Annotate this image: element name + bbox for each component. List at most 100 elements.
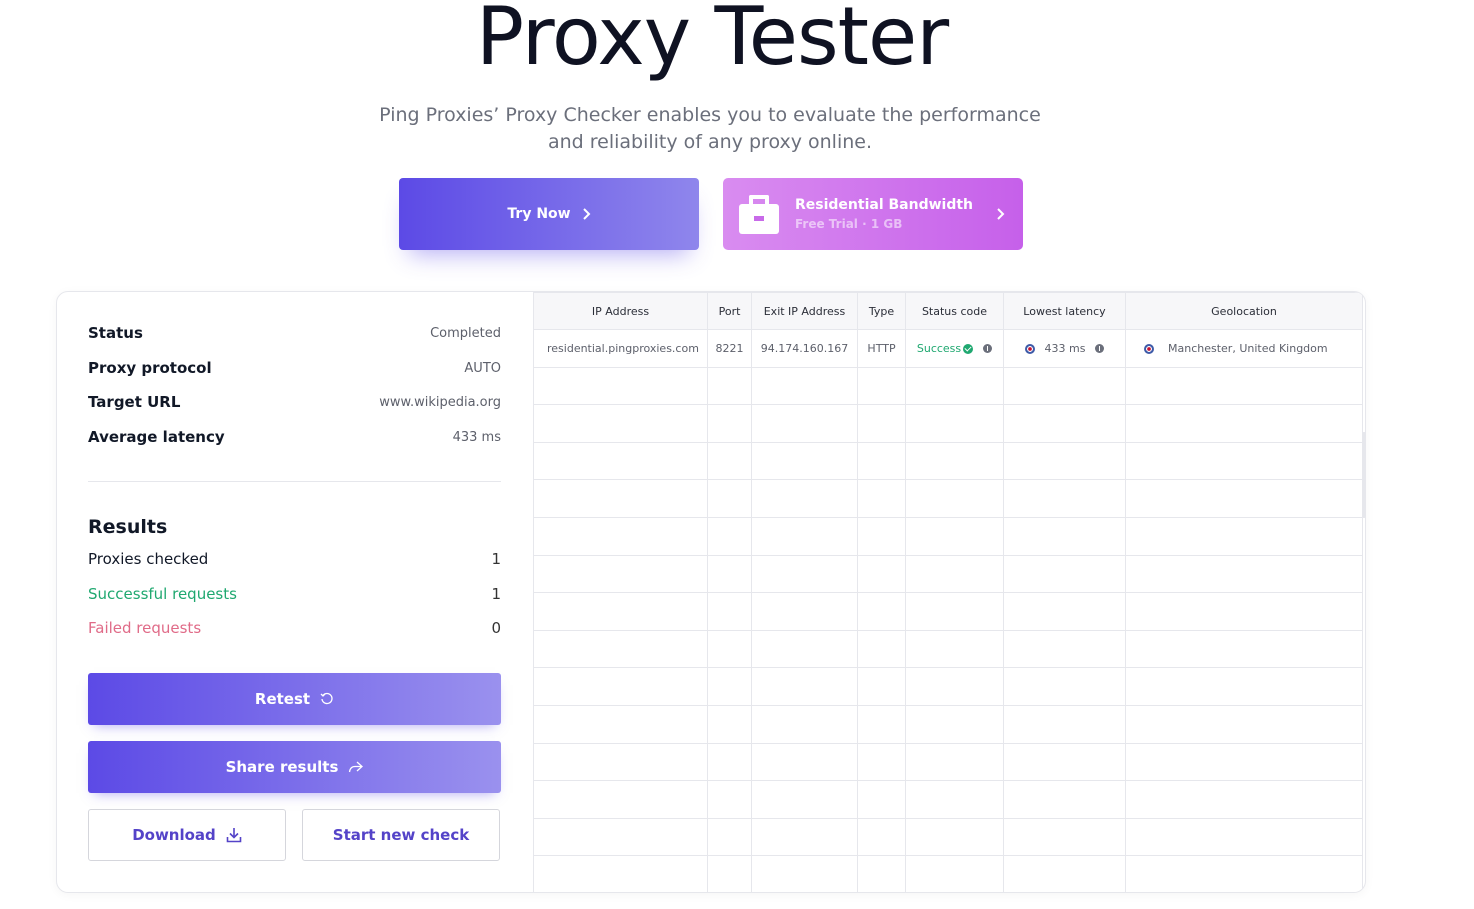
residential-bandwidth-button[interactable]: Residential Bandwidth Free Trial · 1 GB	[723, 178, 1023, 250]
table-row[interactable]: residential.pingproxies.com 8221 94.174.…	[533, 329, 1363, 368]
empty-cell	[751, 554, 858, 594]
empty-cell	[533, 704, 708, 744]
cell-exit-ip: 94.174.160.167	[751, 329, 858, 368]
empty-table-row	[533, 742, 1363, 782]
empty-table-row	[533, 592, 1363, 631]
empty-cell	[751, 479, 858, 518]
empty-cell	[533, 629, 708, 669]
column-header-latency[interactable]: Lowest latency	[1003, 292, 1126, 330]
empty-cell	[1003, 817, 1126, 857]
empty-cell	[751, 780, 858, 819]
empty-cell	[707, 817, 752, 857]
column-header-geolocation[interactable]: Geolocation	[1125, 292, 1363, 330]
results-label: Proxies checked	[88, 550, 209, 568]
empty-cell	[707, 667, 752, 706]
empty-cell	[751, 742, 858, 782]
residential-title: Residential Bandwidth	[795, 197, 974, 213]
empty-cell	[751, 855, 858, 892]
column-header-port[interactable]: Port	[707, 292, 752, 330]
geolocation-text: Manchester, United Kingdom	[1168, 341, 1328, 355]
empty-cell	[751, 366, 858, 406]
summary-value: 433 ms	[452, 429, 501, 445]
empty-cell	[1125, 817, 1363, 857]
empty-cell	[1003, 780, 1126, 819]
empty-cell	[905, 817, 1004, 857]
empty-table-row	[533, 366, 1363, 406]
empty-cell	[1125, 667, 1363, 706]
empty-cell	[905, 366, 1004, 406]
empty-cell	[1003, 441, 1126, 481]
share-results-button[interactable]: Share results	[88, 741, 501, 793]
empty-cell	[707, 479, 752, 518]
try-now-button[interactable]: Try Now	[399, 178, 699, 250]
retest-label: Retest	[254, 690, 311, 708]
empty-cell	[751, 516, 858, 556]
empty-cell	[1125, 704, 1363, 744]
empty-table-row	[533, 441, 1363, 481]
empty-cell	[857, 742, 906, 782]
empty-cell	[1003, 592, 1126, 631]
summary-label: Proxy protocol	[88, 359, 212, 377]
empty-cell	[1003, 667, 1126, 706]
empty-cell	[707, 366, 752, 406]
empty-cell	[1003, 855, 1126, 892]
empty-cell	[1125, 780, 1363, 819]
empty-cell	[857, 592, 906, 631]
summary-label: Target URL	[88, 393, 181, 411]
empty-cell	[1003, 516, 1126, 556]
empty-cell	[533, 441, 708, 481]
column-header-ip-address[interactable]: IP Address	[533, 292, 708, 330]
cell-latency: 433 ms	[1003, 329, 1126, 368]
empty-cell	[857, 404, 906, 443]
empty-cell	[905, 404, 1004, 443]
empty-table-row	[533, 516, 1363, 556]
summary-row-status: Status Completed	[88, 324, 501, 342]
chevron-right-icon	[581, 208, 591, 220]
column-header-exit-ip[interactable]: Exit IP Address	[751, 292, 858, 330]
chevron-right-icon	[995, 208, 1005, 220]
empty-cell	[707, 441, 752, 481]
download-button[interactable]: Download	[88, 809, 286, 861]
results-value: 1	[491, 585, 501, 603]
empty-cell	[905, 855, 1004, 892]
empty-table-row	[533, 479, 1363, 518]
column-header-type[interactable]: Type	[857, 292, 906, 330]
table-header-row: IP Address Port Exit IP Address Type Sta…	[533, 292, 1363, 330]
empty-cell	[905, 704, 1004, 744]
empty-cell	[533, 855, 708, 892]
summary-row-latency: Average latency 433 ms	[88, 428, 501, 446]
start-new-check-button[interactable]: Start new check	[302, 809, 500, 861]
empty-cell	[1003, 366, 1126, 406]
empty-cell	[1003, 629, 1126, 669]
info-icon[interactable]	[1095, 344, 1105, 354]
empty-cell	[1125, 742, 1363, 782]
empty-cell	[905, 516, 1004, 556]
empty-cell	[707, 855, 752, 892]
empty-cell	[533, 516, 708, 556]
info-icon[interactable]	[983, 344, 993, 354]
page-subtitle: Ping Proxies’ Proxy Checker enables you …	[360, 102, 1060, 156]
empty-cell	[1125, 592, 1363, 631]
share-label: Share results	[225, 758, 339, 776]
empty-table-row	[533, 780, 1363, 819]
empty-cell	[857, 817, 906, 857]
empty-cell	[905, 742, 1004, 782]
results-label: Failed requests	[88, 619, 202, 637]
shopping-bag-icon	[739, 194, 779, 234]
empty-cell	[905, 629, 1004, 669]
empty-cell	[751, 704, 858, 744]
summary-label: Status	[88, 324, 143, 342]
empty-cell	[533, 817, 708, 857]
retest-button[interactable]: Retest	[88, 673, 501, 725]
latency-text: 433 ms	[1044, 341, 1086, 355]
table-scrollbar[interactable]	[1362, 432, 1365, 518]
empty-table-row	[533, 667, 1363, 706]
summary-label: Average latency	[88, 428, 225, 446]
column-header-status-code[interactable]: Status code	[905, 292, 1004, 330]
empty-cell	[751, 592, 858, 631]
empty-cell	[1003, 704, 1126, 744]
cell-port: 8221	[707, 329, 752, 368]
empty-cell	[533, 366, 708, 406]
check-circle-icon	[963, 343, 974, 354]
empty-cell	[533, 592, 708, 631]
